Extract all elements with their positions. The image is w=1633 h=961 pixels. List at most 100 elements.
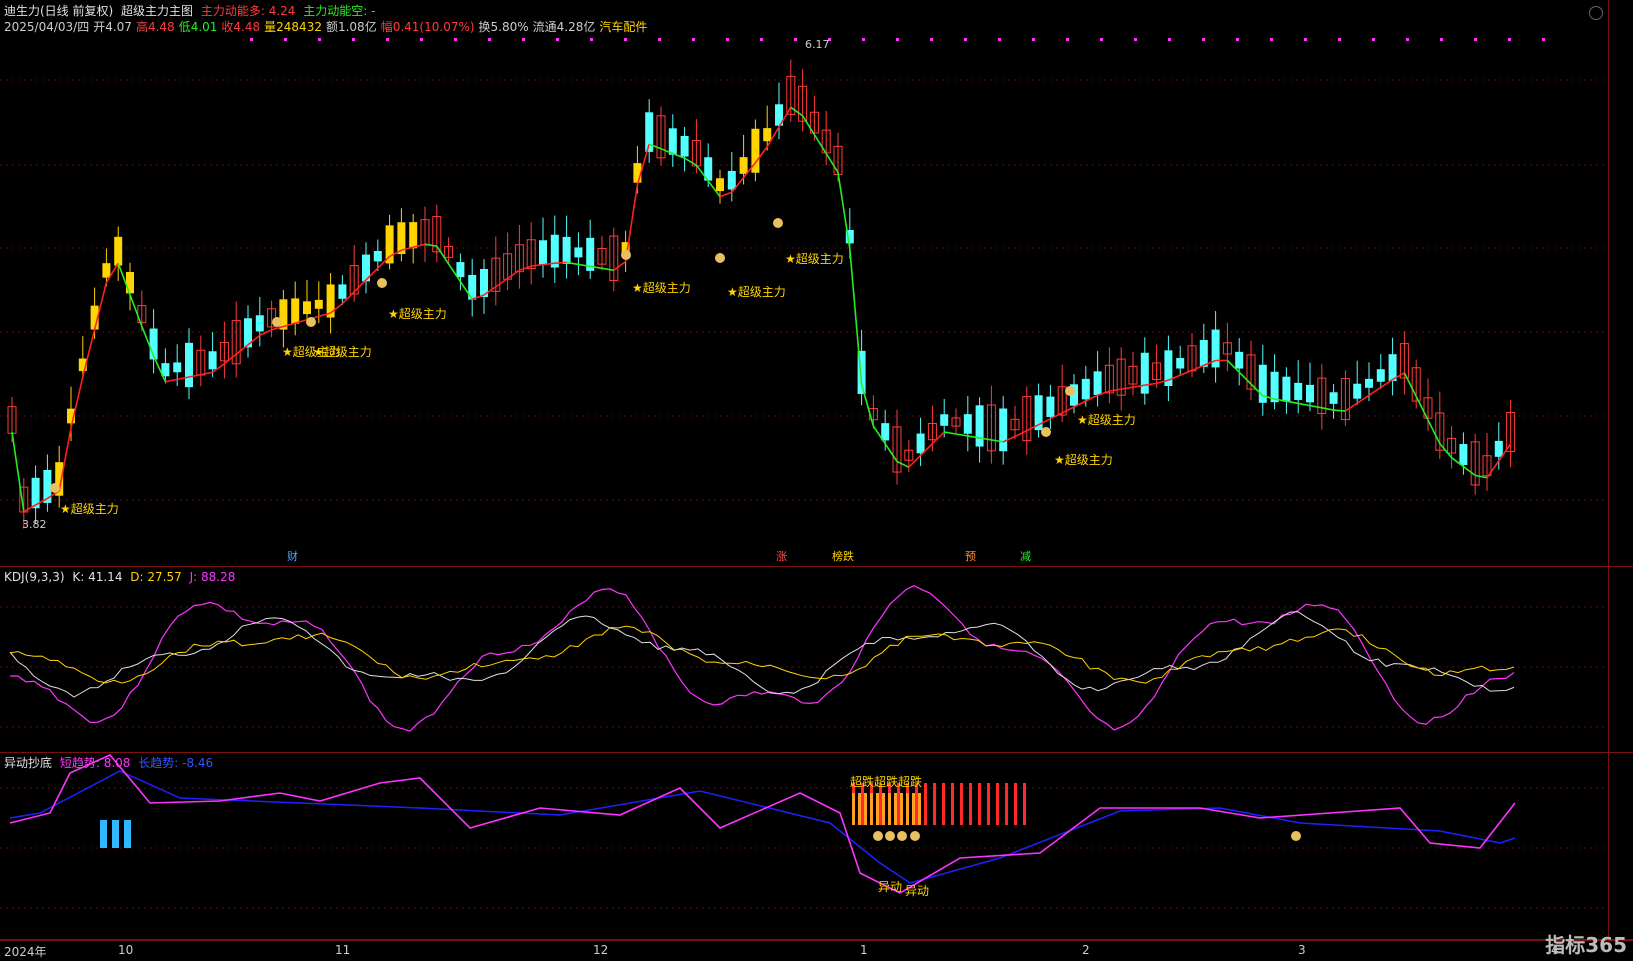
money-bag-icon	[306, 317, 316, 327]
kdj-d: D: 27.57	[130, 570, 181, 584]
indicator-name[interactable]: 超级主力主图	[121, 4, 193, 18]
event-marker: 涨	[776, 550, 787, 563]
ma-line	[944, 432, 956, 434]
short-trend-line	[10, 755, 1515, 893]
yidong-header: 异动抄底 短趋势: 8.08 长趋势: -8.46	[4, 755, 217, 771]
signal-dot	[284, 38, 287, 41]
candle-body	[681, 136, 689, 157]
signal-dot	[1372, 38, 1375, 41]
axis-label-nov: 11	[335, 943, 350, 957]
candle-body	[763, 128, 771, 141]
candle-body	[1495, 441, 1503, 457]
oversold-bar	[951, 783, 954, 825]
signal-dot	[352, 38, 355, 41]
signal-dot	[726, 38, 729, 41]
signal-dot	[930, 38, 933, 41]
yidong-pane[interactable]: 异动抄底 短趋势: 8.08 长趋势: -8.46 异动异动超跌超跌超跌	[0, 753, 1633, 940]
candle-body	[1459, 444, 1467, 465]
ma-line	[1298, 403, 1310, 405]
ma-line	[236, 345, 248, 354]
oversold-bar-orange	[900, 793, 903, 825]
ma-line	[850, 249, 862, 385]
candle-body	[1282, 377, 1290, 402]
kdj-k: K: 41.14	[72, 570, 122, 584]
candle-body	[315, 300, 323, 309]
oversold-bar	[942, 783, 945, 825]
ma-line	[1192, 365, 1204, 370]
money-bag-icon	[377, 278, 387, 288]
signal-label: ★超级主力	[632, 280, 691, 295]
signal-dot	[1474, 38, 1477, 41]
candle-body	[386, 225, 394, 263]
ma-line	[1180, 370, 1192, 375]
stock-title[interactable]: 迪生力(日线 前复权)	[4, 4, 113, 18]
ma-line	[1487, 461, 1499, 478]
short-trend: 短趋势: 8.08	[60, 756, 131, 770]
candle-body	[740, 157, 748, 174]
candle-body	[881, 423, 889, 440]
long-trend: 长趋势: -8.46	[138, 756, 213, 770]
candle-body	[114, 237, 122, 266]
kdj-name[interactable]: KDJ(9,3,3)	[4, 570, 65, 584]
kdj-j-line	[10, 586, 1514, 731]
candle-body	[102, 263, 110, 277]
kdj-pane[interactable]: KDJ(9,3,3) K: 41.14 D: 27.57 J: 88.28	[0, 567, 1633, 753]
candle-body	[917, 434, 925, 454]
bottom-bar	[100, 820, 107, 848]
candlestick-chart[interactable]: ★超级主力★超级主力★超级主力★超级主力★超级主力★超级主力★超级主力★超级主力…	[0, 0, 1633, 566]
money-bag-icon	[873, 831, 883, 841]
event-marker: 减	[1020, 550, 1031, 563]
candle-body	[1176, 358, 1184, 369]
oversold-bar-orange	[888, 793, 891, 825]
signal-dot	[1168, 38, 1171, 41]
money-bag-icon	[773, 218, 783, 228]
signal-dot	[624, 38, 627, 41]
kdj-chart[interactable]	[0, 567, 1633, 752]
money-bag-icon	[1041, 427, 1051, 437]
money-bag-icon	[715, 253, 725, 263]
quote-line: 2025/04/03/四开4.07高4.48低4.01收4.48量248432额…	[4, 19, 651, 35]
ma-line	[437, 246, 449, 264]
money-bag-icon	[910, 831, 920, 841]
ma-line	[1404, 373, 1416, 397]
low-price-mark: 3.82	[22, 518, 47, 531]
oversold-bar	[969, 783, 972, 825]
signal-dot	[556, 38, 559, 41]
ma-line	[354, 280, 366, 292]
signal-dot	[522, 38, 525, 41]
main-chart-pane[interactable]: 迪生力(日线 前复权) 超级主力主图 主力动能多: 4.24 主力动能空: - …	[0, 0, 1633, 567]
candle-body	[964, 414, 972, 434]
oversold-bar	[879, 783, 882, 825]
yidong-name[interactable]: 异动抄底	[4, 756, 52, 770]
quote-high: 高4.48	[136, 20, 175, 34]
bottom-bar	[112, 820, 119, 848]
signal-dot	[760, 38, 763, 41]
signal-dot	[964, 38, 967, 41]
quote-open: 开4.07	[93, 20, 132, 34]
signal-label: ★超级主力	[388, 306, 447, 321]
date-axis[interactable]: 2024年 10 11 12 1 2 3 4	[0, 940, 1633, 961]
candle-body	[1389, 354, 1397, 381]
axis-label-oct: 10	[118, 943, 133, 957]
kdj-header: KDJ(9,3,3) K: 41.14 D: 27.57 J: 88.28	[4, 569, 239, 585]
axis-label-dec: 12	[593, 943, 608, 957]
candle-body	[574, 247, 582, 257]
candle-body	[1141, 353, 1149, 394]
yidong-label: 异动	[878, 880, 902, 894]
ma-line	[685, 158, 697, 165]
signal-dot	[590, 38, 593, 41]
candle-body	[1082, 379, 1090, 400]
ma-line	[567, 262, 579, 264]
yidong-chart[interactable]: 异动异动超跌超跌超跌	[0, 753, 1633, 939]
signal-label: ★超级主力	[727, 284, 786, 299]
oversold-bar	[861, 783, 864, 825]
ma-line	[24, 505, 36, 512]
candle-body	[1046, 397, 1054, 417]
oversold-bar	[987, 783, 990, 825]
candle-body	[1365, 379, 1373, 388]
ma-line	[897, 462, 909, 468]
candle-body	[1353, 384, 1361, 399]
right-price-axis[interactable]	[1608, 0, 1633, 940]
ma-line	[1062, 407, 1074, 413]
money-bag-icon	[272, 317, 282, 327]
